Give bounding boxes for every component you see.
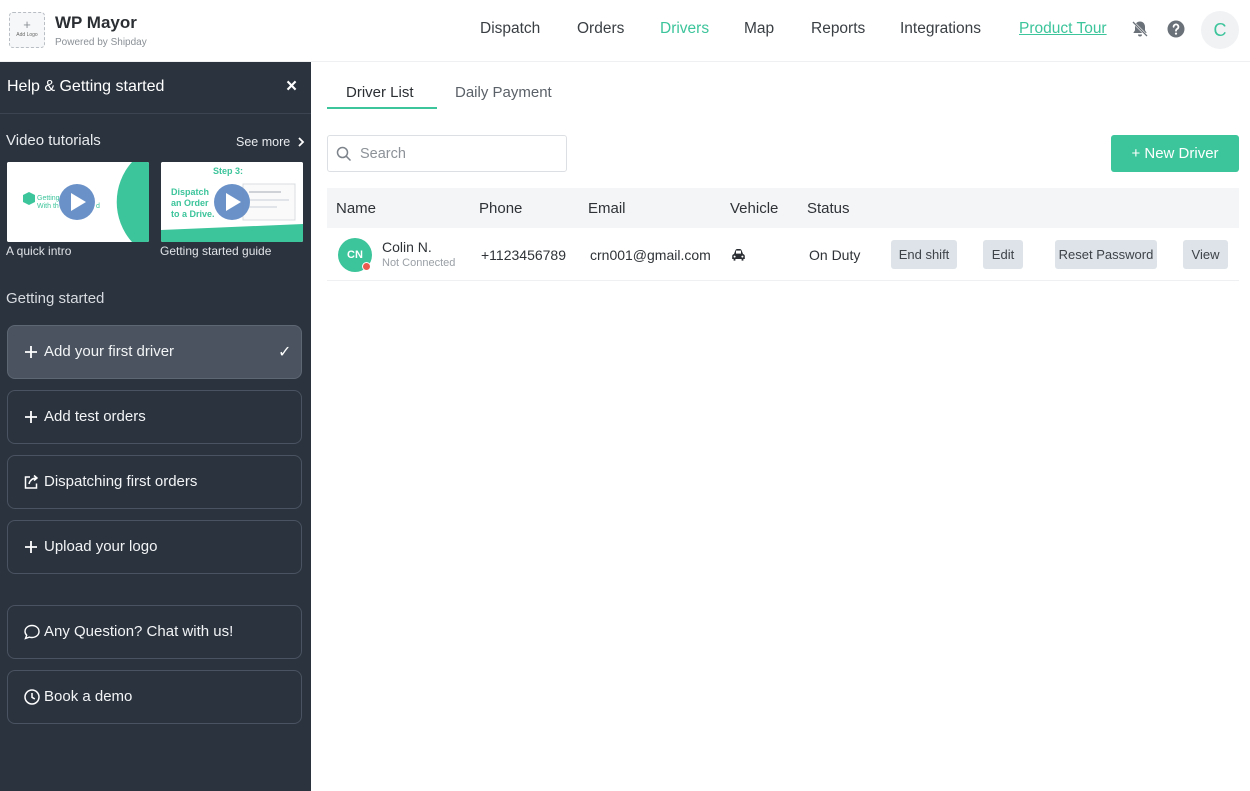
end-shift-button[interactable]: End shift — [891, 240, 957, 269]
user-avatar[interactable]: C — [1201, 11, 1239, 49]
add-logo-button[interactable]: + Add Logo — [9, 12, 45, 48]
column-header-phone: Phone — [479, 200, 523, 217]
table-header: Name Phone Email Vehicle Status — [327, 188, 1239, 228]
see-more-link[interactable]: See more — [236, 135, 305, 149]
gs-dispatching-first-orders[interactable]: Dispatching first orders — [7, 455, 302, 509]
gs-item-label: Upload your logo — [44, 538, 158, 555]
chat-icon — [24, 624, 40, 640]
clock-icon — [24, 689, 40, 705]
search-box[interactable] — [327, 135, 567, 172]
column-header-vehicle: Vehicle — [730, 200, 779, 217]
column-header-name: Name — [336, 200, 377, 217]
active-tab-underline — [327, 107, 437, 109]
video-caption-intro: A quick intro — [6, 244, 72, 258]
column-header-status: Status — [807, 200, 850, 217]
car-icon — [732, 249, 745, 261]
search-icon — [336, 146, 352, 162]
plus-icon — [25, 346, 37, 358]
thumb-text: Dispatch — [171, 187, 209, 197]
gs-item-label: Add test orders — [44, 408, 146, 425]
top-bar: + Add Logo WP Mayor Powered by Shipday D… — [0, 0, 1250, 62]
nav-reports[interactable]: Reports — [811, 20, 865, 38]
reset-password-button[interactable]: Reset Password — [1055, 240, 1157, 269]
nav-integrations[interactable]: Integrations — [900, 20, 981, 38]
gs-upload-logo[interactable]: Upload your logo — [7, 520, 302, 574]
check-icon: ✓ — [278, 344, 292, 361]
chat-with-us-button[interactable]: Any Question? Chat with us! — [7, 605, 302, 659]
help-icon[interactable] — [1166, 19, 1186, 39]
sidebar-title: Help & Getting started — [7, 78, 165, 95]
see-more-label: See more — [236, 135, 291, 149]
brand-name: WP Mayor — [55, 13, 137, 32]
video-thumbnail-intro[interactable]: Getting With th d — [7, 162, 149, 242]
gs-add-test-orders[interactable]: Add test orders — [7, 390, 302, 444]
tab-daily-payment[interactable]: Daily Payment — [455, 84, 552, 101]
gs-item-label: Dispatching first orders — [44, 473, 198, 490]
help-sidebar: Help & Getting started × Video tutorials… — [0, 62, 311, 791]
connection-status-dot — [362, 262, 371, 271]
column-header-email: Email — [588, 200, 626, 217]
sidebar-header: Help & Getting started × — [0, 62, 311, 114]
book-demo-button[interactable]: Book a demo — [7, 670, 302, 724]
share-icon — [24, 474, 39, 489]
book-demo-label: Book a demo — [44, 688, 133, 705]
nav-product-tour[interactable]: Product Tour — [1019, 20, 1107, 38]
brand-subtitle: Powered by Shipday — [55, 37, 147, 48]
nav-dispatch[interactable]: Dispatch — [480, 20, 540, 38]
add-logo-caption: Add Logo — [16, 32, 38, 38]
gs-add-first-driver[interactable]: Add your first driver ✓ — [7, 325, 302, 379]
video-tutorials-title: Video tutorials — [6, 132, 101, 149]
table-row[interactable]: CN Colin N. Not Connected +1123456789 cr… — [327, 229, 1239, 281]
thumb-text: an Order — [171, 198, 209, 208]
search-input[interactable] — [360, 142, 560, 166]
gs-item-label: Add your first driver — [44, 343, 175, 360]
nav-orders[interactable]: Orders — [577, 20, 624, 38]
plus-icon: + — [23, 17, 31, 32]
close-icon[interactable]: × — [286, 76, 297, 98]
tab-driver-list[interactable]: Driver List — [346, 84, 414, 101]
nav-drivers[interactable]: Drivers — [660, 20, 709, 38]
driver-status: On Duty — [809, 247, 861, 263]
driver-phone: +1123456789 — [481, 247, 566, 263]
chat-label: Any Question? Chat with us! — [44, 623, 234, 640]
thumb-text: Getting — [37, 195, 60, 202]
plus-icon — [25, 541, 37, 553]
driver-connection: Not Connected — [382, 257, 456, 269]
driver-email: crn001@gmail.com — [590, 247, 711, 263]
chevron-right-icon — [298, 137, 304, 147]
new-driver-button[interactable]: + New Driver — [1111, 135, 1239, 172]
view-button[interactable]: View — [1183, 240, 1228, 269]
thumb-text: With th — [37, 203, 59, 210]
thumb-text: to a Drive. — [171, 209, 215, 219]
video-caption-guide: Getting started guide — [160, 244, 272, 258]
plus-icon — [25, 411, 37, 423]
getting-started-title: Getting started — [6, 290, 105, 307]
driver-name: Colin N. — [382, 239, 432, 255]
video-thumbnail-guide[interactable]: Step 3: Dispatch an Order to a Drive. — [161, 162, 303, 242]
thumb-text: d — [96, 203, 100, 210]
thumb-step: Step 3: — [213, 166, 243, 176]
bell-off-icon[interactable] — [1130, 19, 1150, 39]
nav-map[interactable]: Map — [744, 20, 774, 38]
edit-button[interactable]: Edit — [983, 240, 1023, 269]
